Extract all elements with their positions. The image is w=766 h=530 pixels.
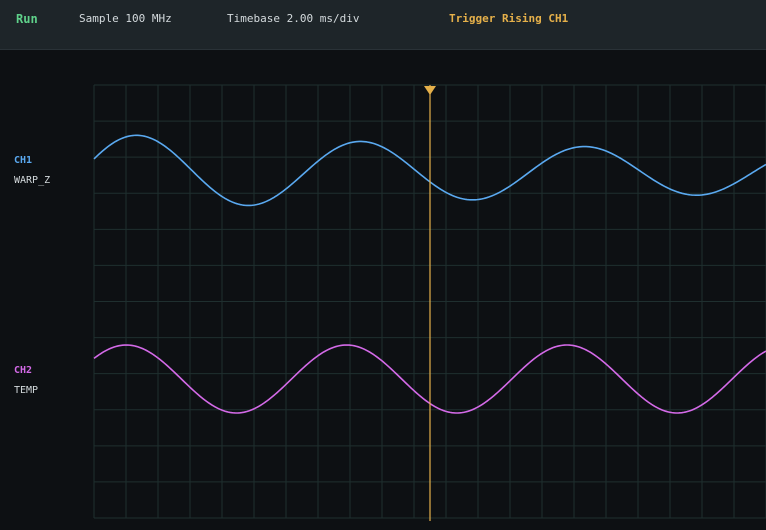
oscilloscope-app: Run Sample 100 MHz Timebase 2.00 ms/div … bbox=[0, 0, 766, 530]
scope-display[interactable] bbox=[0, 0, 766, 530]
trigger-marker-icon[interactable] bbox=[424, 86, 436, 95]
